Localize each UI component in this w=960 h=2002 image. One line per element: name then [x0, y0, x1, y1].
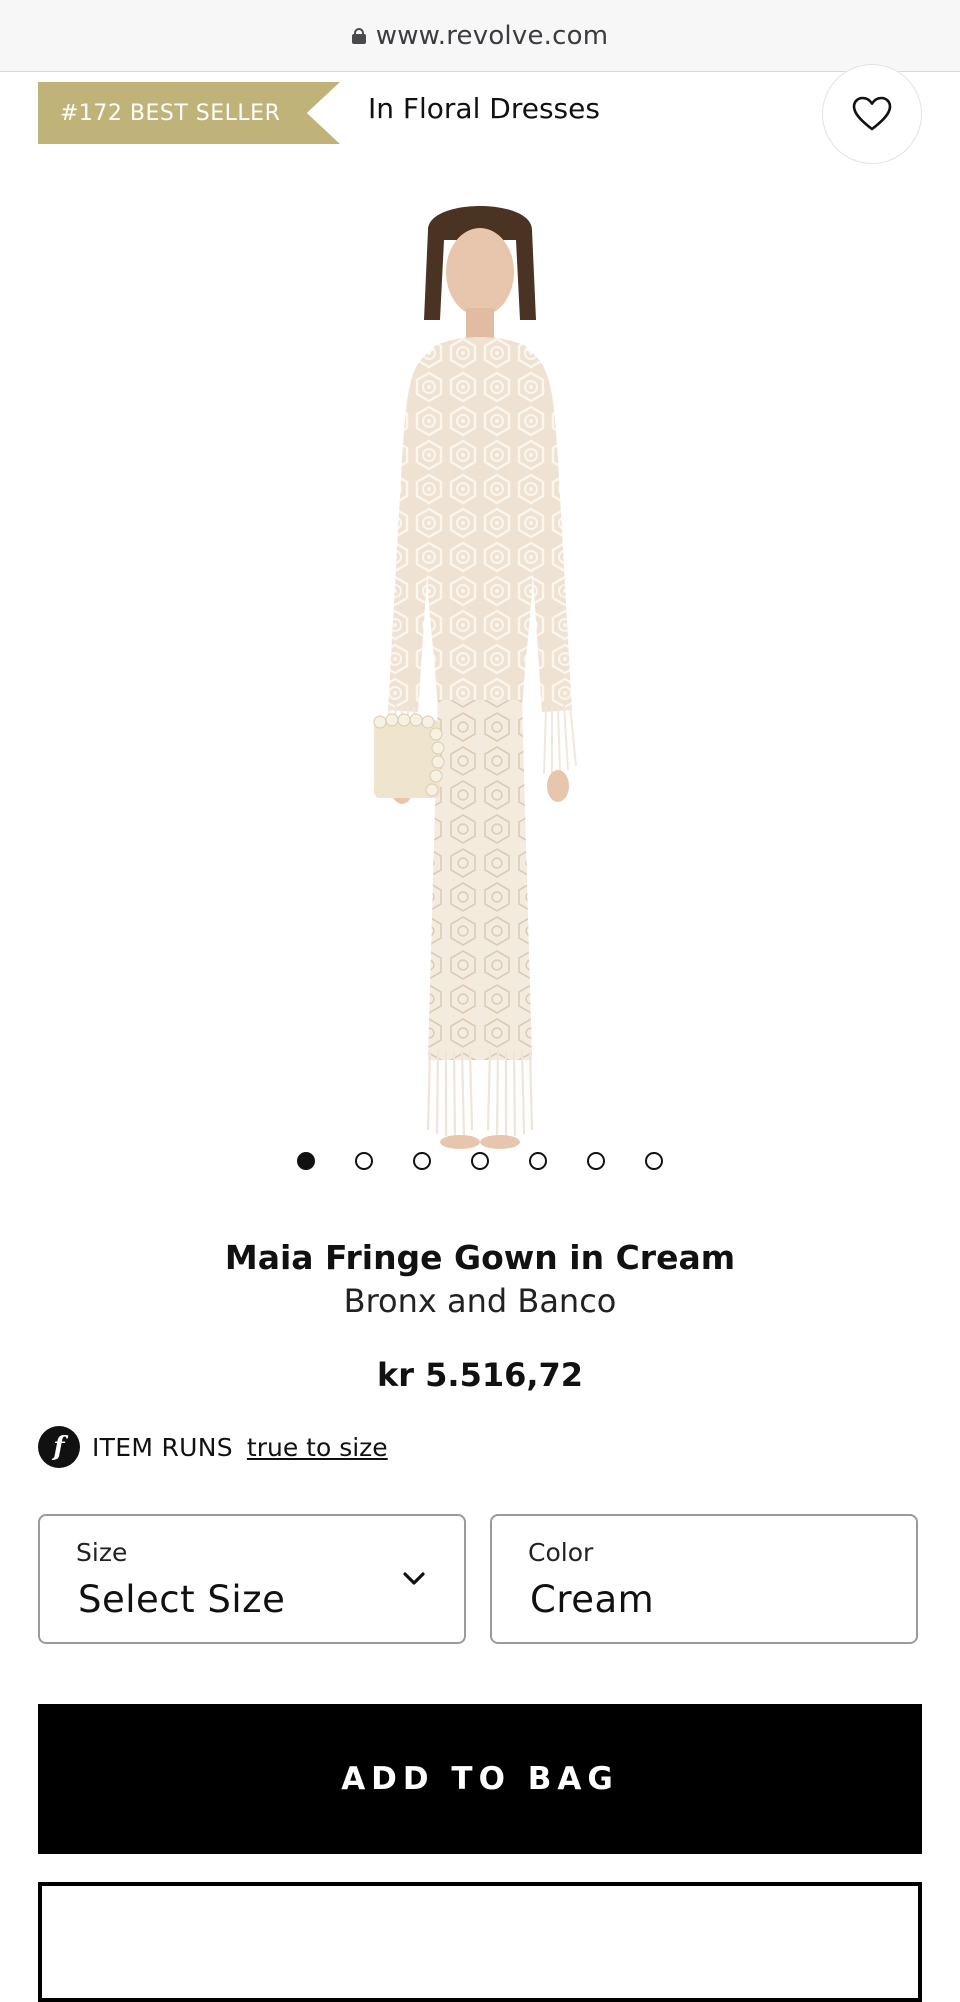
wishlist-button[interactable]	[822, 64, 922, 164]
carousel-dot[interactable]	[297, 1152, 315, 1170]
image-carousel-dots	[0, 1152, 960, 1170]
size-select-value: Select Size	[78, 1578, 286, 1621]
product-image[interactable]	[310, 200, 650, 1180]
product-price: kr 5.516,72	[376, 1356, 584, 1394]
color-select[interactable]: Color Cream	[490, 1514, 918, 1644]
fit-value-link[interactable]: true to size	[247, 1433, 388, 1462]
best-seller-label: #172 BEST SELLER	[60, 100, 281, 126]
carousel-dot[interactable]	[355, 1152, 373, 1170]
chevron-down-icon	[403, 1572, 425, 1585]
carousel-dot[interactable]	[413, 1152, 431, 1170]
carousel-dot[interactable]	[471, 1152, 489, 1170]
lock-icon	[351, 27, 366, 44]
product-title: Maia Fringe Gown in Cream	[224, 1238, 736, 1277]
url-text: www.revolve.com	[375, 20, 609, 51]
add-to-bag-button[interactable]: ADD TO BAG	[38, 1704, 922, 1854]
carousel-dot[interactable]	[587, 1152, 605, 1170]
carousel-dot[interactable]	[645, 1152, 663, 1170]
product-brand[interactable]: Bronx and Banco	[0, 1282, 960, 1320]
best-seller-badge: #172 BEST SELLER	[38, 82, 340, 144]
fit-label: ITEM RUNS	[92, 1432, 233, 1462]
carousel-dot[interactable]	[529, 1152, 547, 1170]
browser-url-bar[interactable]: www.revolve.com	[0, 0, 960, 72]
size-select[interactable]: Size Select Size	[38, 1514, 466, 1644]
heart-icon	[852, 96, 892, 131]
fit-logo-icon: f	[38, 1426, 80, 1468]
url-display[interactable]: www.revolve.com	[351, 20, 609, 51]
fit-info: f ITEM RUNS true to size	[38, 1426, 388, 1468]
color-select-value: Cream	[530, 1578, 655, 1621]
secondary-action-button[interactable]	[38, 1882, 922, 2002]
size-select-label: Size	[76, 1538, 128, 1567]
color-select-label: Color	[528, 1538, 594, 1567]
category-link[interactable]: In Floral Dresses	[368, 92, 600, 125]
